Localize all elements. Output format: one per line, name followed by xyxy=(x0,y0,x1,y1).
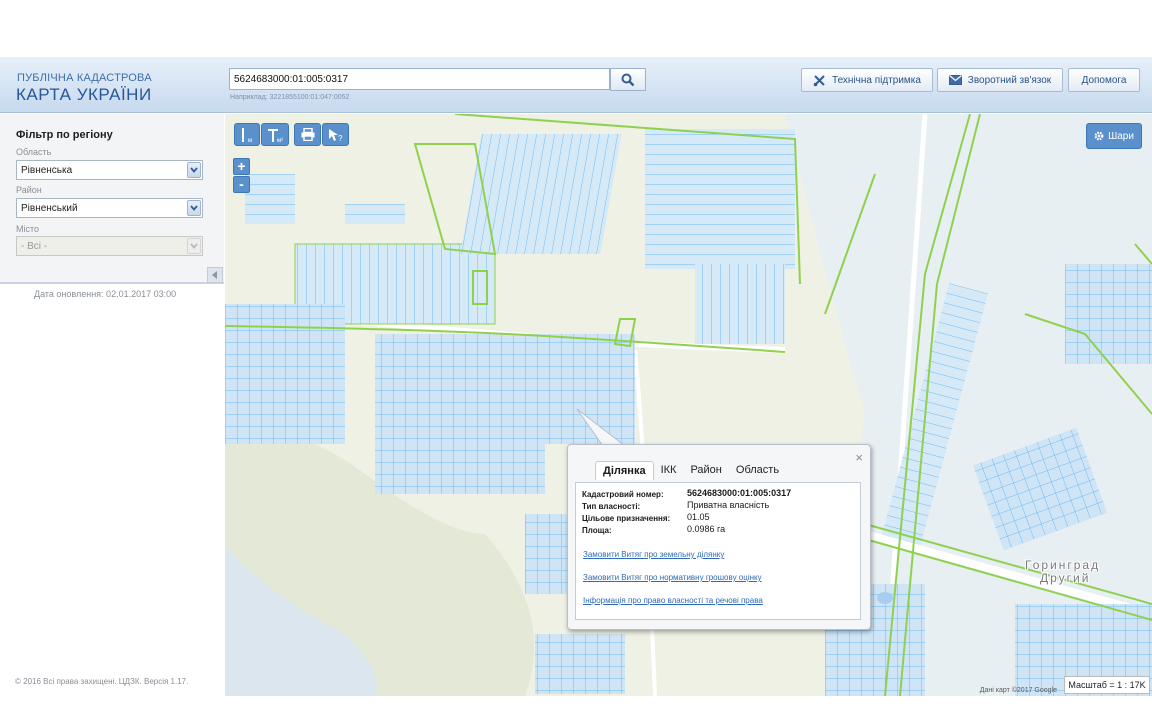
sidebar: Фільтр по регіону Область Рівненська Рай… xyxy=(0,114,224,720)
gear-icon xyxy=(1094,131,1104,141)
top-header: ПУБЛІЧНА КАДАСТРОВА КАРТА УКРАЇНИ Наприк… xyxy=(0,57,1152,113)
measure-distance-button[interactable]: м xyxy=(234,123,260,146)
area-value: 0.0986 га xyxy=(687,524,726,534)
update-date: Дата оновлення: 02.01.2017 03:00 xyxy=(34,289,177,299)
district-select[interactable]: Рівненський xyxy=(16,198,203,218)
help-button[interactable]: Допомога xyxy=(1068,68,1140,92)
chevron-down-icon xyxy=(187,238,201,254)
ownership-type-label: Тип власності: xyxy=(582,502,641,511)
tab-district[interactable]: Район xyxy=(683,461,728,480)
app-root: ПУБЛІЧНА КАДАСТРОВА КАРТА УКРАЇНИ Наприк… xyxy=(0,0,1152,720)
brand-title[interactable]: КАРТА УКРАЇНИ xyxy=(16,85,152,105)
zoom-out-button[interactable]: - xyxy=(233,176,250,193)
city-label: Місто xyxy=(16,224,40,234)
chevron-down-icon xyxy=(187,200,201,216)
purpose-value: 01.05 xyxy=(687,512,710,522)
feedback-label: Зворотний зв'язок xyxy=(967,74,1052,86)
region-label: Область xyxy=(16,147,52,157)
cadastral-search-input[interactable] xyxy=(229,68,610,90)
close-icon[interactable]: × xyxy=(855,450,863,465)
identify-icon: ? xyxy=(328,128,343,142)
zoom-in-button[interactable]: + xyxy=(233,158,250,175)
ownership-rights-link[interactable]: Інформація про право власності та речові… xyxy=(583,596,763,605)
print-icon xyxy=(301,128,314,141)
area-label: Площа: xyxy=(582,526,612,535)
map-credit: Дані карт ©2017 Google xyxy=(979,687,1057,694)
parcel-info-popup: × Ділянка ІКК Район Область Кадастровий … xyxy=(567,444,871,630)
map-scale: Масштаб = 1 : 17K xyxy=(1064,676,1150,694)
tab-ikk[interactable]: ІКК xyxy=(654,461,684,480)
chevron-down-icon xyxy=(187,162,201,178)
print-button[interactable] xyxy=(294,123,321,146)
ownership-type-value: Приватна власність xyxy=(687,500,770,510)
order-valuation-extract-link[interactable]: Замовити Витяг про нормативну грошову оц… xyxy=(583,573,762,582)
city-select-value: - Всі - xyxy=(21,241,48,252)
city-select[interactable]: - Всі - xyxy=(16,236,203,256)
tools-icon xyxy=(813,74,825,86)
tab-parcel[interactable]: Ділянка xyxy=(595,461,654,480)
order-parcel-extract-link[interactable]: Замовити Витяг про земельну ділянку xyxy=(583,550,724,559)
area-measure-icon: м² xyxy=(268,128,283,143)
search-icon xyxy=(621,73,635,86)
cadastral-number-value: 5624683000:01:005:0317 xyxy=(687,488,792,498)
district-select-value: Рівненський xyxy=(21,203,78,214)
search-example-hint: Наприклад: 3221855100:01:047:0052 xyxy=(230,94,350,101)
tech-support-button[interactable]: Технічна підтримка xyxy=(801,68,933,92)
search-button[interactable] xyxy=(610,68,646,91)
popup-body: Кадастровий номер: 5624683000:01:005:031… xyxy=(575,482,861,620)
district-label: Район xyxy=(16,185,42,195)
ruler-icon: м xyxy=(242,127,252,143)
identify-button[interactable]: ? xyxy=(322,123,349,146)
filter-title: Фільтр по регіону xyxy=(16,129,113,141)
svg-text:м²: м² xyxy=(277,138,283,143)
measure-area-button[interactable]: м² xyxy=(261,123,289,146)
tab-region[interactable]: Область xyxy=(729,461,786,480)
feedback-button[interactable]: Зворотний зв'язок xyxy=(937,68,1063,92)
town-label-line1: Горинград xyxy=(1025,558,1101,572)
popup-tabs: Ділянка ІКК Район Область xyxy=(595,461,786,480)
map-canvas[interactable]: м м² ? + - Шари Горинград Другий Дані ка… xyxy=(225,114,1152,696)
layers-button[interactable]: Шари xyxy=(1086,123,1142,149)
envelope-icon xyxy=(948,75,962,85)
copyright: © 2016 Всі права захищені. ЦДЗК. Версія … xyxy=(15,677,189,686)
collapse-sidebar-button[interactable] xyxy=(207,267,223,283)
region-select-value: Рівненська xyxy=(21,165,73,176)
brand-subtitle: ПУБЛІЧНА КАДАСТРОВА xyxy=(17,72,152,84)
region-select[interactable]: Рівненська xyxy=(16,160,203,180)
layers-label: Шари xyxy=(1108,130,1134,142)
chevron-left-icon xyxy=(212,271,217,279)
region-filter-panel: Фільтр по регіону Область Рівненська Рай… xyxy=(0,114,224,284)
town-label-line2: Другий xyxy=(1040,571,1091,585)
svg-text:?: ? xyxy=(338,134,343,142)
cadastral-number-label: Кадастровий номер: xyxy=(582,490,664,499)
purpose-label: Цільове призначення: xyxy=(582,514,671,523)
svg-text:м: м xyxy=(248,138,252,143)
help-label: Допомога xyxy=(1081,74,1127,86)
tech-support-label: Технічна підтримка xyxy=(832,74,921,86)
